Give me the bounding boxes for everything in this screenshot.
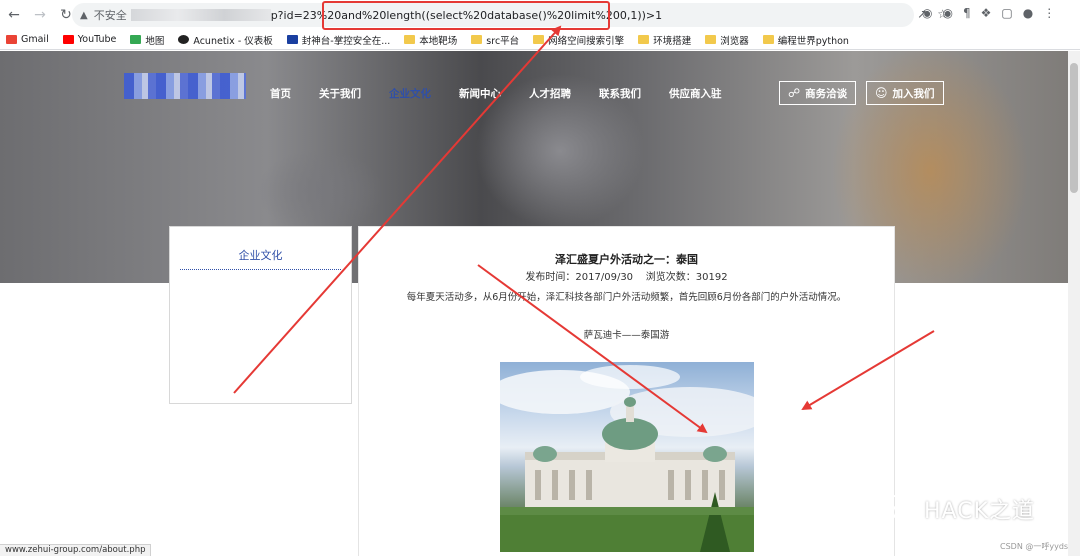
- folder-icon: [533, 35, 545, 44]
- puzzle-icon[interactable]: ❖: [981, 6, 992, 20]
- sidepanel-icon[interactable]: ▢: [1001, 6, 1012, 20]
- bookmark-fengshentai[interactable]: 封神台-掌控安全在...: [286, 33, 390, 47]
- profile-icon[interactable]: ●: [1023, 6, 1033, 20]
- bookmarks-bar: Gmail YouTube 地图 Acunetix - 仪表板 封神台-掌控安全…: [0, 30, 1080, 50]
- url-text-start: p?id=23: [270, 8, 317, 22]
- user-globe-icon: ☺: [875, 86, 888, 100]
- page-scrollbar[interactable]: [1068, 51, 1080, 556]
- status-bar: www.zehui-group.com/about.php: [0, 544, 152, 556]
- nav-culture[interactable]: 企业文化: [389, 86, 431, 101]
- main-nav: 首页 关于我们 企业文化 新闻中心 人才招聘 联系我们 供应商入驻: [270, 86, 750, 101]
- csdn-credit: CSDN @一呼yyds: [1000, 542, 1069, 551]
- handshake-icon: ☍: [788, 86, 801, 100]
- blurred-url: [130, 9, 271, 21]
- extension-icon[interactable]: ◉: [922, 6, 932, 20]
- bookmark-maps[interactable]: 地图: [130, 33, 164, 47]
- bookmark-gmail[interactable]: Gmail: [6, 34, 49, 45]
- folder-icon: [471, 35, 483, 44]
- acunetix-icon: [178, 35, 190, 44]
- annotation-box: [322, 1, 610, 30]
- folder-icon: [638, 35, 650, 44]
- forward-icon[interactable]: →: [28, 3, 52, 27]
- bookmark-folder[interactable]: src平台: [471, 33, 519, 47]
- bookmark-folder[interactable]: 网络空间搜索引擎: [533, 33, 624, 47]
- bookmark-acunetix[interactable]: Acunetix - 仪表板: [178, 33, 273, 47]
- scrollbar-thumb[interactable]: [1070, 63, 1078, 193]
- wechat-icon: [879, 495, 916, 522]
- bookmark-youtube[interactable]: YouTube: [62, 34, 116, 45]
- nav-home[interactable]: 首页: [270, 86, 291, 101]
- site-logo[interactable]: [124, 73, 246, 99]
- folder-icon: [705, 35, 717, 44]
- bookmark-folder[interactable]: 浏览器: [705, 33, 749, 47]
- bookmark-folder[interactable]: 编程世界python: [762, 33, 849, 47]
- article-photo: [500, 362, 754, 552]
- youtube-icon: [62, 35, 74, 44]
- article-title: 泽汇盛夏户外活动之一：泰国: [555, 253, 698, 266]
- menu-icon[interactable]: ⋮: [1043, 6, 1055, 20]
- back-icon[interactable]: ←: [2, 3, 26, 27]
- article-meta: 发布时间：2017/09/30 浏览次数：30192: [525, 272, 728, 283]
- sidebar-title[interactable]: 企业文化: [180, 247, 341, 270]
- folder-icon: [404, 35, 416, 44]
- business-button[interactable]: ☍ 商务洽谈: [779, 81, 857, 105]
- wechat-watermark: HACK之道: [878, 493, 1035, 525]
- article-subtitle: 萨瓦迪卡——泰国游: [583, 330, 670, 341]
- nav-news[interactable]: 新闻中心: [459, 86, 501, 101]
- extension-icon[interactable]: ◉: [942, 6, 952, 20]
- nav-careers[interactable]: 人才招聘: [529, 86, 571, 101]
- nav-about[interactable]: 关于我们: [319, 86, 361, 101]
- article-intro: 每年夏天活动多，从6月份开始，泽汇科技各部门户外活动频繁，首先回顾6月份各部门的…: [406, 292, 847, 303]
- insecure-label: 不安全: [93, 9, 127, 22]
- bookmark-folder[interactable]: 环境搭建: [638, 33, 691, 47]
- bookmark-folder[interactable]: 本地靶场: [404, 33, 457, 47]
- extension-icon[interactable]: ¶: [963, 6, 971, 20]
- folder-icon: [762, 35, 774, 44]
- join-button[interactable]: ☺ 加入我们: [866, 81, 944, 105]
- nav-contact[interactable]: 联系我们: [599, 86, 641, 101]
- maps-icon: [130, 35, 142, 44]
- nav-supplier[interactable]: 供应商入驻: [669, 86, 722, 101]
- sidebar: 企业文化: [169, 226, 352, 404]
- warning-icon: ▲: [80, 9, 88, 21]
- gmail-icon: [6, 35, 17, 44]
- shield-icon: [286, 35, 298, 44]
